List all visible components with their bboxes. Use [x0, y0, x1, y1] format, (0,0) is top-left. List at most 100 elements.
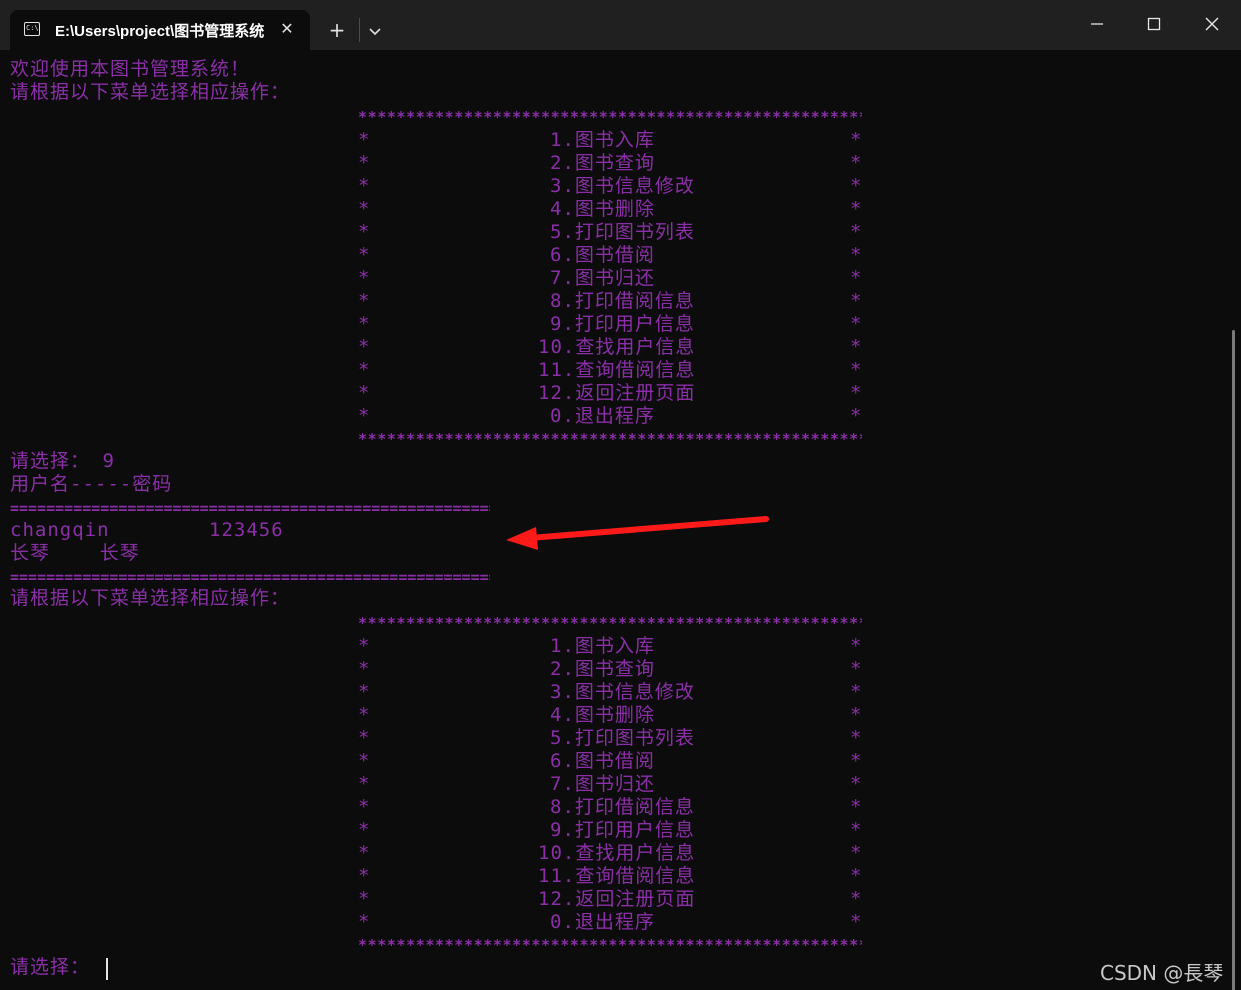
- menu-item: * 10.查找用户信息 *: [358, 336, 862, 359]
- menu-border-star: *: [358, 819, 370, 841]
- user-row: 长琴 长琴: [10, 542, 140, 564]
- menu-border-star: *: [850, 635, 862, 657]
- menu-border-star: *: [358, 313, 370, 335]
- menu-item-label: 12.返回注册页面: [538, 382, 696, 404]
- watermark: CSDN @長琴: [1100, 961, 1224, 985]
- annotation-arrow-icon: [500, 505, 780, 555]
- menu-item-label: 9.打印用户信息: [550, 313, 695, 335]
- menu-border-top: ****************************************…: [358, 614, 862, 632]
- menu-border-star: *: [850, 382, 862, 404]
- menu-item: * 5.打印图书列表 *: [358, 727, 862, 750]
- user-row: changqin 123456: [10, 519, 284, 541]
- menu-border-star: *: [358, 267, 370, 289]
- menu-item-label: 11.查询借阅信息: [538, 865, 696, 887]
- menu-item-label: 6.图书借阅: [550, 244, 655, 266]
- tab-title: E:\Users\project\图书管理系统: [55, 23, 265, 40]
- new-tab-button[interactable]: +: [322, 18, 352, 44]
- menu-border-star: *: [850, 290, 862, 312]
- menu-item-label: 3.图书信息修改: [550, 681, 695, 703]
- menu-item-label: 2.图书查询: [550, 658, 655, 680]
- menu-border-star: *: [850, 658, 862, 680]
- separator-line: ========================================…: [10, 499, 490, 517]
- menu-item: * 7.图书归还 *: [358, 267, 862, 290]
- menu-border-star: *: [850, 819, 862, 841]
- close-tab-icon[interactable]: ✕: [276, 18, 298, 40]
- menu-item: * 12.返回注册页面 *: [358, 888, 862, 911]
- menu-item: * 11.查询借阅信息 *: [358, 359, 862, 382]
- menu-item: * 10.查找用户信息 *: [358, 842, 862, 865]
- menu-item: * 0.退出程序 *: [358, 405, 862, 428]
- menu-border-star: *: [358, 382, 370, 404]
- menu-border-star: *: [850, 405, 862, 427]
- menu-border-star: *: [850, 681, 862, 703]
- close-window-button[interactable]: [1189, 4, 1235, 44]
- menu-border-bottom: ****************************************…: [358, 430, 862, 448]
- menu-prompt-line: 请根据以下菜单选择相应操作：: [10, 81, 291, 103]
- terminal-window: C:\ E:\Users\project\图书管理系统 ✕ + 欢迎使用本图书管…: [0, 0, 1241, 990]
- menu-border-star: *: [850, 267, 862, 289]
- menu-item-label: 12.返回注册页面: [538, 888, 696, 910]
- menu-border-star: *: [358, 750, 370, 772]
- menu-item: * 0.退出程序 *: [358, 911, 862, 934]
- menu-border-star: *: [358, 658, 370, 680]
- menu-item-label: 5.打印图书列表: [550, 727, 695, 749]
- menu-border-star: *: [850, 152, 862, 174]
- menu-border-star: *: [358, 911, 370, 933]
- title-bar: C:\ E:\Users\project\图书管理系统 ✕ +: [0, 0, 1241, 50]
- menu-item-label: 2.图书查询: [550, 152, 655, 174]
- menu-border-star: *: [850, 198, 862, 220]
- menu-border-star: *: [358, 405, 370, 427]
- menu-item: * 6.图书借阅 *: [358, 244, 862, 267]
- menu-border-star: *: [358, 152, 370, 174]
- menu-border-star: *: [358, 198, 370, 220]
- menu-border-star: *: [358, 635, 370, 657]
- menu-border-star: *: [850, 129, 862, 151]
- select-prompt-line: 请选择：: [10, 956, 91, 978]
- maximize-button[interactable]: [1131, 4, 1177, 44]
- minimize-button[interactable]: [1074, 4, 1120, 44]
- menu-border-star: *: [358, 888, 370, 910]
- menu-border-star: *: [358, 727, 370, 749]
- text-cursor: [106, 958, 108, 980]
- tab-divider: [359, 18, 360, 42]
- menu-item-label: 4.图书删除: [550, 198, 655, 220]
- menu-border-star: *: [358, 244, 370, 266]
- welcome-line: 欢迎使用本图书管理系统！: [10, 58, 251, 80]
- menu-item-label: 11.查询借阅信息: [538, 359, 696, 381]
- menu-item-label: 9.打印用户信息: [550, 819, 695, 841]
- menu-border-star: *: [850, 888, 862, 910]
- menu-item-label: 0.退出程序: [550, 405, 655, 427]
- menu-item: * 6.图书借阅 *: [358, 750, 862, 773]
- menu-border-star: *: [358, 773, 370, 795]
- menu-item-label: 1.图书入库: [550, 129, 655, 151]
- menu-border-star: *: [850, 175, 862, 197]
- menu-item-label: 0.退出程序: [550, 911, 655, 933]
- menu-item: * 1.图书入库 *: [358, 635, 862, 658]
- menu-border-star: *: [358, 359, 370, 381]
- menu-border-star: *: [358, 681, 370, 703]
- menu-border-star: *: [850, 313, 862, 335]
- menu-item-label: 7.图书归还: [550, 267, 655, 289]
- menu-item-label: 6.图书借阅: [550, 750, 655, 772]
- menu-border-top: ****************************************…: [358, 108, 862, 126]
- menu-border-star: *: [850, 911, 862, 933]
- menu-item-label: 3.图书信息修改: [550, 175, 695, 197]
- menu-item: * 7.图书归还 *: [358, 773, 862, 796]
- menu-item: * 3.图书信息修改 *: [358, 175, 862, 198]
- menu-border-star: *: [358, 129, 370, 151]
- terminal-tab[interactable]: C:\ E:\Users\project\图书管理系统 ✕: [10, 10, 310, 50]
- chevron-down-icon[interactable]: [362, 18, 388, 44]
- menu-item: * 2.图书查询 *: [358, 152, 862, 175]
- menu-item-label: 10.查找用户信息: [538, 842, 696, 864]
- scrollbar[interactable]: [1232, 330, 1235, 990]
- menu-border-star: *: [850, 750, 862, 772]
- menu-border-star: *: [850, 865, 862, 887]
- menu-border-star: *: [358, 704, 370, 726]
- menu-item-label: 4.图书删除: [550, 704, 655, 726]
- menu-item: * 3.图书信息修改 *: [358, 681, 862, 704]
- menu-item-label: 7.图书归还: [550, 773, 655, 795]
- separator-line: ========================================…: [10, 568, 490, 586]
- menu-border-star: *: [850, 796, 862, 818]
- menu-border-star: *: [850, 704, 862, 726]
- menu-item: * 11.查询借阅信息 *: [358, 865, 862, 888]
